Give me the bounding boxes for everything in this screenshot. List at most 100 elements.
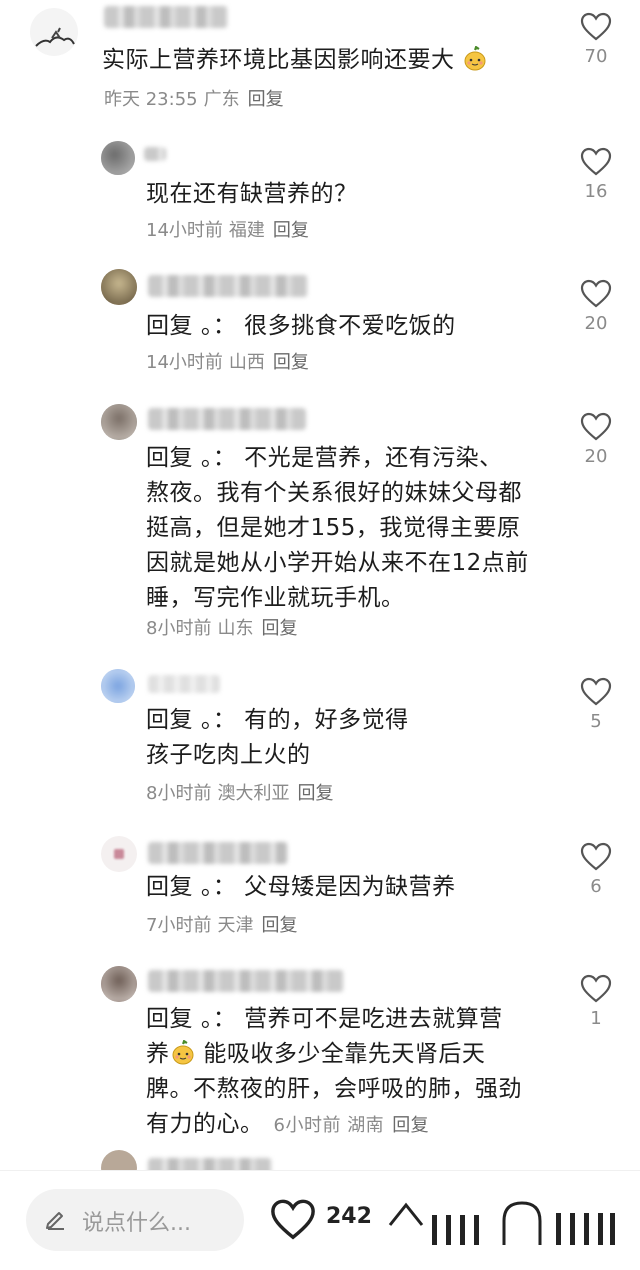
like-button[interactable]: 1 <box>576 974 616 1029</box>
avatar[interactable] <box>101 669 135 703</box>
like-total-count: 242 <box>326 1204 372 1229</box>
timestamp: 14小时前 <box>146 352 223 373</box>
comment-meta: 8小时前 山东 回复 <box>146 617 297 641</box>
reply-separator: 。： <box>200 313 237 339</box>
heart-icon <box>580 677 612 706</box>
comment-line: 回复 。： 不光是营养，还有污染、 <box>146 441 529 476</box>
reply-button[interactable]: 回复 <box>273 352 309 373</box>
like-button[interactable]: 70 <box>576 12 616 67</box>
reply-button[interactable]: 回复 <box>273 220 309 241</box>
heart-icon <box>580 279 612 308</box>
comment-body: 能吸收多少全靠先天肾后天 <box>203 1041 486 1067</box>
username-blurred[interactable] <box>148 675 220 693</box>
heart-icon[interactable] <box>270 1198 316 1242</box>
like-button[interactable]: 16 <box>576 147 616 202</box>
like-button[interactable]: 20 <box>576 412 616 467</box>
timestamp: 14小时前 <box>146 220 223 241</box>
comment-body: 不光是营养，还有污染、 <box>244 445 503 471</box>
comment-line: 因就是她从小学开始从来不在12点前 <box>146 550 529 576</box>
comment-body: 营养可不是吃进去就算营 <box>244 1006 503 1032</box>
like-count: 70 <box>584 46 608 67</box>
username-blurred[interactable] <box>104 6 228 28</box>
comment-line: 熬夜。我有个关系很好的妹妹父母都 <box>146 480 522 506</box>
mango-emoji-icon <box>464 46 486 71</box>
reply-prefix: 回复 <box>146 445 193 471</box>
location: 湖南 <box>347 1115 385 1136</box>
comment-body: 有力的心。 <box>146 1111 264 1137</box>
comment-meta: 昨天 23:55 广东 回复 <box>104 88 284 112</box>
avatar[interactable] <box>101 269 137 305</box>
comment-icon[interactable] <box>500 1201 618 1245</box>
comment-body: 父母矮是因为缺营养 <box>244 874 456 900</box>
location: 山西 <box>228 352 265 373</box>
avatar[interactable] <box>101 404 137 440</box>
comment-line: 孩子吃肉上火的 <box>146 742 311 768</box>
mango-emoji-icon <box>172 1040 193 1065</box>
avatar[interactable] <box>101 966 137 1002</box>
avatar-sketch-icon <box>35 27 75 47</box>
reply-separator: 。： <box>200 874 237 900</box>
comment-text: 回复 。： 不光是营养，还有污染、 熬夜。我有个关系很好的妹妹父母都 挺高，但是… <box>146 441 529 616</box>
reply-button[interactable]: 回复 <box>248 89 284 110</box>
username-blurred[interactable] <box>148 275 308 297</box>
like-count: 5 <box>590 711 602 732</box>
comment-line: 睡，写完作业就玩手机。 <box>146 585 405 611</box>
reply-separator: 。： <box>200 445 237 471</box>
reply-prefix: 回复 <box>146 707 193 733</box>
comment-line: 有力的心。 6小时前 湖南 回复 <box>146 1107 522 1143</box>
username-blurred[interactable] <box>148 408 306 430</box>
like-count: 20 <box>584 313 608 334</box>
reply-button[interactable]: 回复 <box>261 915 297 936</box>
comment-meta: 14小时前 福建 回复 <box>146 219 309 243</box>
reply-separator: 。： <box>200 707 237 733</box>
avatar[interactable] <box>101 836 137 872</box>
comment-input[interactable]: 说点什么... <box>26 1189 244 1251</box>
heart-icon <box>580 147 612 176</box>
heart-icon <box>580 12 612 41</box>
heart-icon <box>580 412 612 441</box>
like-button[interactable]: 5 <box>576 677 616 732</box>
comment-body: 实际上营养环境比基因影响还要大 <box>102 47 455 73</box>
username-blurred[interactable] <box>148 970 344 992</box>
comment-line: 养 能吸收多少全靠先天肾后天 <box>146 1037 522 1072</box>
comment-text: 回复 。： 很多挑食不爱吃饭的 <box>146 309 456 344</box>
share-icon[interactable] <box>388 1201 488 1245</box>
comment-text: 实际上营养环境比基因影响还要大 <box>102 43 488 78</box>
reply-prefix: 回复 <box>146 1006 193 1032</box>
timestamp: 7小时前 <box>146 915 212 936</box>
like-button[interactable]: 20 <box>576 279 616 334</box>
username-blurred[interactable] <box>144 147 166 161</box>
reply-button[interactable]: 回复 <box>261 618 297 639</box>
heart-icon <box>580 842 612 871</box>
location: 福建 <box>228 220 265 241</box>
location: 澳大利亚 <box>217 783 290 804</box>
avatar[interactable] <box>101 141 135 175</box>
like-button[interactable]: 6 <box>576 842 616 897</box>
comment-body: 养 <box>146 1041 170 1067</box>
timestamp: 昨天 23:55 <box>104 89 198 110</box>
comment-text: 现在还有缺营养的？ <box>146 181 358 207</box>
like-count: 16 <box>584 181 608 202</box>
like-count: 20 <box>584 446 608 467</box>
avatar[interactable] <box>30 8 78 56</box>
timestamp: 6小时前 <box>273 1115 341 1136</box>
comment-meta: 7小时前 天津 回复 <box>146 914 297 938</box>
bottom-action-bar: 说点什么... 242 <box>0 1170 640 1270</box>
comment-text: 回复 。： 有的，好多觉得 孩子吃肉上火的 <box>146 703 409 773</box>
pencil-icon <box>46 1212 64 1230</box>
username-blurred[interactable] <box>148 842 288 864</box>
reply-button[interactable]: 回复 <box>392 1115 429 1136</box>
comment-line: 回复 。： 有的，好多觉得 <box>146 703 409 738</box>
comment-meta: 14小时前 山西 回复 <box>146 351 309 375</box>
comment-body: 有的，好多觉得 <box>244 707 409 733</box>
comment-line: 脾。不熬夜的肝，会呼吸的肺，强劲 <box>146 1076 522 1102</box>
heart-icon <box>580 974 612 1003</box>
reply-prefix: 回复 <box>146 874 193 900</box>
comment-body: 很多挑食不爱吃饭的 <box>244 313 456 339</box>
comment-text: 回复 。： 营养可不是吃进去就算营 养 能吸收多少全靠先天肾后天 脾。不熬夜的肝… <box>146 1002 522 1143</box>
like-count: 6 <box>590 876 602 897</box>
comment-line: 回复 。： 营养可不是吃进去就算营 <box>146 1002 522 1037</box>
reply-button[interactable]: 回复 <box>297 783 333 804</box>
comment-line: 挺高，但是她才155，我觉得主要原 <box>146 515 521 541</box>
comment-meta: 8小时前 澳大利亚 回复 <box>146 782 333 806</box>
